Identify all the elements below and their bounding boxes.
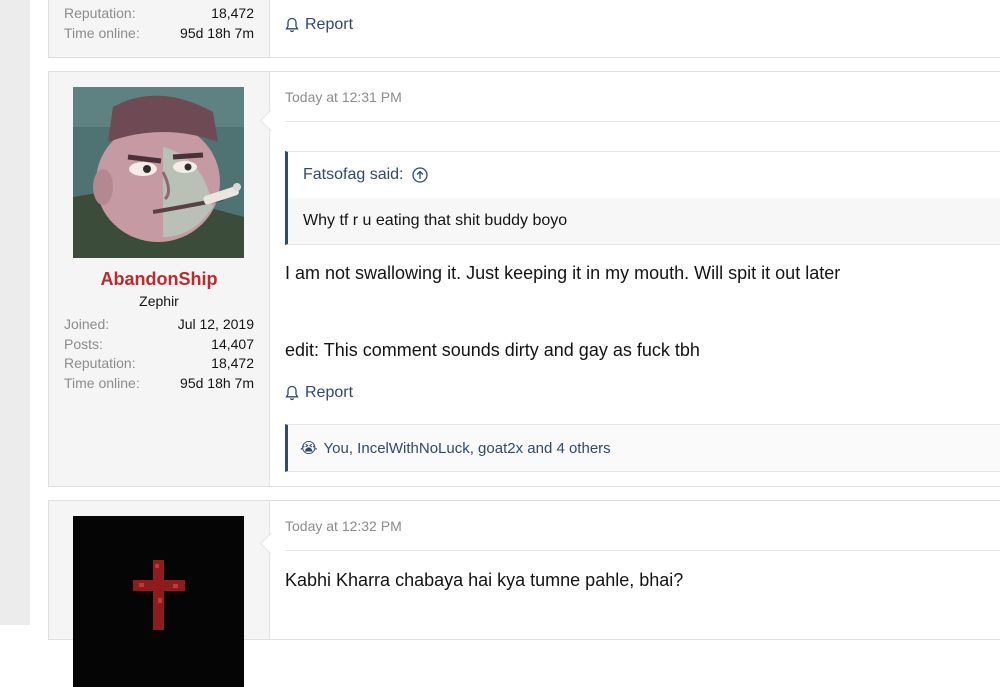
- previous-post: Reputation: 18,472 Time online: 95d 18h …: [48, 0, 1000, 58]
- quote-body: Why tf r u eating that shit buddy boyo: [288, 198, 1000, 244]
- post-body-line: edit: This comment sounds dirty and gay …: [285, 340, 700, 360]
- report-link[interactable]: Report: [285, 16, 353, 34]
- avatar-image: [73, 516, 244, 687]
- crying-emoji-icon: 😭: [300, 440, 318, 457]
- report-label: Report: [305, 16, 354, 33]
- user-title: Zephir: [139, 293, 179, 309]
- stat-row: Reputation: 18,472: [64, 354, 254, 374]
- avatar[interactable]: [73, 87, 244, 258]
- report-label: Report: [305, 384, 354, 401]
- stat-value: 18,472: [211, 355, 254, 371]
- stat-value: 14,407: [211, 335, 254, 352]
- stat-label: Time online:: [64, 24, 140, 41]
- post-body-line: I am not swallowing it. Just keeping it …: [285, 263, 841, 283]
- stat-value: 95d 18h 7m: [180, 24, 254, 41]
- stat-label: Joined:: [64, 316, 110, 332]
- divider: [285, 550, 1000, 551]
- previous-post-user-cell: Reputation: 18,472 Time online: 95d 18h …: [49, 0, 270, 57]
- quote-author[interactable]: Fatsofag said:: [303, 166, 404, 184]
- post-timestamp[interactable]: Today at 12:31 PM: [285, 89, 402, 105]
- post-timestamp[interactable]: Today at 12:32 PM: [285, 518, 402, 534]
- username[interactable]: AbandonShip: [49, 269, 269, 290]
- arrow-up-circle-icon[interactable]: [411, 167, 428, 183]
- quote-header[interactable]: Fatsofag said:: [288, 152, 1000, 198]
- reactions-text[interactable]: You, IncelWithNoLuck, goat2x and 4 other…: [324, 440, 611, 457]
- stat-row: Time online: 95d 18h 7m: [64, 24, 254, 44]
- avatar[interactable]: [73, 516, 244, 687]
- stat-row: Time online: 95d 18h 7m: [64, 374, 254, 394]
- quote-block: Fatsofag said: Why tf r u eating that sh…: [285, 151, 1000, 245]
- divider: [285, 121, 1000, 122]
- stat-row: Joined: Jul 12, 2019: [64, 315, 254, 335]
- stat-label: Reputation:: [64, 355, 136, 371]
- post-body-line: Kabhi Kharra chabaya hai kya tumne pahle…: [285, 570, 684, 590]
- stat-label: Posts:: [64, 335, 103, 352]
- page-gutter: [0, 0, 30, 625]
- stat-row: Reputation: 18,472: [64, 4, 254, 24]
- stat-label: Time online:: [64, 374, 140, 391]
- bell-icon: [285, 17, 299, 33]
- stat-row: Posts: 14,407: [64, 335, 254, 355]
- post-main: Today at 12:32 PM Kabhi Kharra chabaya h…: [270, 501, 1000, 639]
- bell-icon: [285, 385, 299, 401]
- stat-label: Reputation:: [64, 5, 136, 21]
- post-user-cell: AbandonShip Zephir Joined: Jul 12, 2019 …: [49, 72, 270, 486]
- post-user-cell: [49, 501, 270, 687]
- post-second: Today at 12:32 PM Kabhi Kharra chabaya h…: [48, 500, 1000, 687]
- avatar-image: [73, 87, 244, 258]
- previous-post-stats: Reputation: 18,472 Time online: 95d 18h …: [64, 4, 254, 43]
- stat-value: 18,472: [211, 5, 254, 21]
- reactions-bar[interactable]: 😭 You, IncelWithNoLuck, goat2x and 4 oth…: [285, 424, 1000, 472]
- previous-post-main: Report: [270, 0, 1000, 57]
- post-main: Today at 12:31 PM Fatsofag said: Why tf …: [270, 72, 1000, 486]
- stat-value: Jul 12, 2019: [177, 316, 254, 332]
- post-abandonship: AbandonShip Zephir Joined: Jul 12, 2019 …: [48, 71, 1000, 487]
- report-link[interactable]: Report: [285, 384, 353, 402]
- stat-value: 95d 18h 7m: [180, 374, 254, 391]
- user-stats: Joined: Jul 12, 2019 Posts: 14,407 Reput…: [64, 315, 254, 393]
